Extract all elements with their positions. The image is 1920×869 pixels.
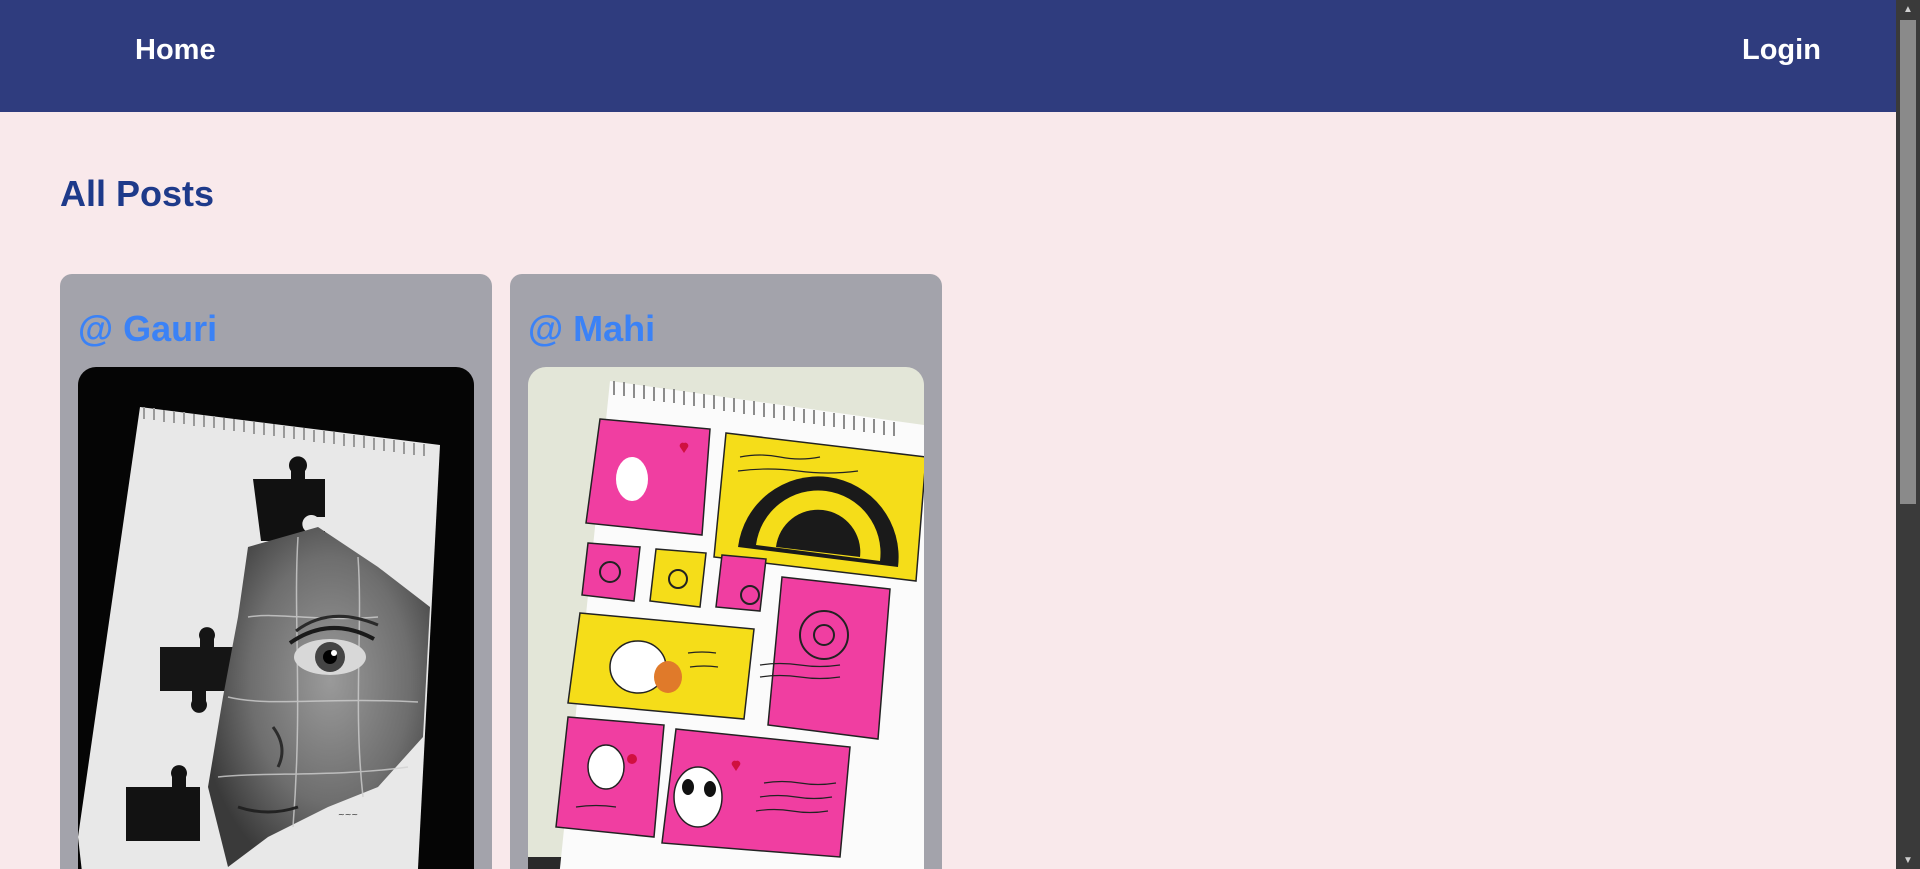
post-author[interactable]: @ Mahi bbox=[528, 308, 655, 350]
scroll-up-icon[interactable]: ▲ bbox=[1896, 2, 1920, 18]
post-image[interactable] bbox=[528, 367, 924, 869]
post-card[interactable]: @ Mahi bbox=[510, 274, 942, 869]
post-card[interactable]: @ Gauri ~~~ bbox=[60, 274, 492, 869]
svg-text:~~~: ~~~ bbox=[338, 810, 358, 819]
post-image[interactable]: ~~~ bbox=[78, 367, 474, 869]
self-love-journal-image bbox=[528, 367, 924, 869]
scroll-thumb[interactable] bbox=[1900, 20, 1916, 504]
post-author[interactable]: @ Gauri bbox=[78, 308, 217, 350]
scroll-down-icon[interactable]: ▼ bbox=[1896, 853, 1920, 869]
puzzle-eye-sketch-image: ~~~ bbox=[78, 367, 474, 869]
top-navbar: Home Login bbox=[0, 0, 1896, 112]
page-title: All Posts bbox=[60, 173, 215, 214]
home-link[interactable]: Home bbox=[135, 34, 216, 67]
vertical-scrollbar[interactable]: ▲ ▼ bbox=[1896, 0, 1920, 869]
login-link[interactable]: Login bbox=[1742, 34, 1821, 67]
